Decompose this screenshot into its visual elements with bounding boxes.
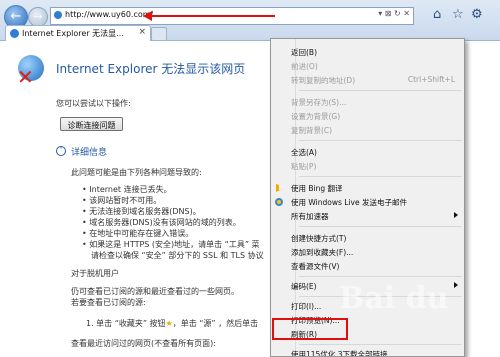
menu-separator <box>299 226 462 227</box>
recent-view-text: 查看最近访问过的网页(不查看所有页面): <box>71 339 216 348</box>
page-title: Internet Explorer 无法显示该网页 <box>56 62 246 76</box>
step-1: 1. 单击 “收藏夹” 按钮★，单击 “源” ，然后单击 <box>86 319 259 328</box>
cause-intro: 此问题可能是由下列各种问题导致的: <box>71 168 202 177</box>
browser-toolbar: ← → http://www.uy60.com/ ▾ ⊠ ↻ ✕ ⌂ ☆ ⚙ I… <box>0 0 500 41</box>
favorites-star-icon: ★ <box>165 319 173 328</box>
ie-tab-icon <box>10 29 19 38</box>
menu-item-goto-copied[interactable]: 转到复制的地址(D) Ctrl+Shift+L <box>272 73 463 87</box>
new-tab-button[interactable] <box>151 27 167 41</box>
menu-separator <box>299 276 462 277</box>
bullet-item: • 如果这是 HTTPS (安全)地址，请单击 “工具” 菜 <box>82 240 260 249</box>
submenu-arrow-icon <box>454 282 458 288</box>
menu-separator <box>299 90 462 91</box>
try-text: 您可以尝试以下操作: <box>56 99 131 108</box>
more-info-link[interactable]: 详细信息 <box>71 145 107 158</box>
refresh-highlight-box <box>272 318 348 340</box>
menu-item-copy-background[interactable]: 复制背景(C) <box>272 123 463 137</box>
diagnose-connection-button[interactable]: 诊断连接问题 <box>60 117 123 131</box>
menu-item-add-favorites[interactable]: 添加到收藏夹(F)... <box>272 245 463 259</box>
menu-separator <box>299 344 462 345</box>
address-tools[interactable]: ▾ ⊠ ↻ ✕ <box>378 9 410 18</box>
menu-item-create-shortcut[interactable]: 创建快捷方式(T) <box>272 231 463 245</box>
bullet-item: • Internet 连接已丢失。 <box>82 185 172 194</box>
menu-item-bing-translate[interactable]: 使用 Bing 翻译 <box>272 181 463 195</box>
menu-item-forward[interactable]: 前进(O) <box>272 59 463 73</box>
menu-item-all-accelerators[interactable]: 所有加速器 <box>272 209 463 223</box>
bullet-continuation: 请检查以确保 “安全” 部分下的 SSL 和 TLS 协议 <box>91 251 264 260</box>
tab-current[interactable]: Internet Explorer 无法显... × <box>5 25 151 41</box>
error-x-icon: ✕ <box>17 65 34 89</box>
address-url[interactable]: http://www.uy60.com/ <box>65 10 153 19</box>
tools-gear-icon[interactable]: ⚙ <box>471 7 483 22</box>
red-arrowhead-annotation <box>143 11 152 21</box>
menu-item-view-source[interactable]: 查看源文件(V) <box>272 259 463 273</box>
watermark-text: Bai du <box>339 281 449 316</box>
bing-translate-icon <box>276 184 282 192</box>
offline-line-1: 仍可查看已订阅的源和最近查看过的一些网页。 <box>71 287 239 296</box>
menu-item-back[interactable]: 返回(B) <box>272 45 463 59</box>
menu-separator <box>299 140 462 141</box>
expand-chevron-icon[interactable]: ˄ <box>56 146 66 156</box>
offline-line-2: 若要查看已订阅的源: <box>71 298 146 307</box>
home-icon[interactable]: ⌂ <box>433 7 441 22</box>
bullet-item: • 域名服务器(DNS)没有该网站的域的列表。 <box>82 218 241 227</box>
bullet-item: • 在地址中可能存在键入错误。 <box>82 229 194 238</box>
site-favicon-icon <box>54 11 62 19</box>
bullet-item: • 无法连接到域名服务器(DNS)。 <box>82 207 201 216</box>
menu-item-paste[interactable]: 粘贴(P) <box>272 159 463 173</box>
windows-live-mail-icon <box>275 198 283 206</box>
forward-button[interactable]: → <box>28 7 48 27</box>
menu-item-live-email[interactable]: 使用 Windows Live 发送电子邮件 <box>272 195 463 209</box>
favorites-star-icon[interactable]: ☆ <box>452 7 464 22</box>
menu-item-save-background[interactable]: 背景另存为(S)... <box>272 95 463 109</box>
offline-heading: 对于脱机用户 <box>71 269 119 278</box>
menu-separator <box>299 176 462 177</box>
red-arrow-annotation <box>150 15 275 17</box>
tab-title: Internet Explorer 无法显... <box>22 29 124 38</box>
submenu-arrow-icon <box>454 212 458 218</box>
bullet-item: • 该网站暂时不可用。 <box>82 196 162 205</box>
menu-item-set-background[interactable]: 设置为背景(G) <box>272 109 463 123</box>
close-tab-icon[interactable]: × <box>138 27 146 37</box>
menu-item-select-all[interactable]: 全选(A) <box>272 145 463 159</box>
menu-item-115-download[interactable]: 使用115优化 3下载全部链接 <box>272 347 463 356</box>
